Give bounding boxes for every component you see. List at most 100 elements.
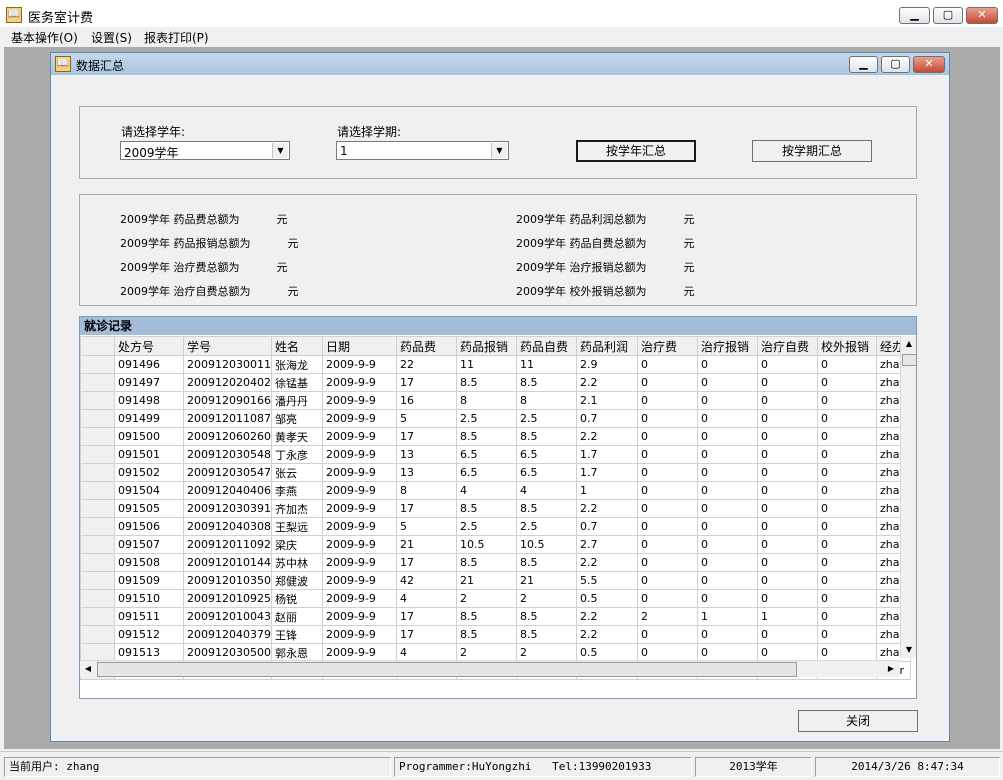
table-cell[interactable]: 091511 (114, 607, 184, 626)
table-cell[interactable]: 0 (696, 409, 758, 428)
menu-basic-ops[interactable]: 基本操作(O) (11, 29, 78, 46)
table-cell[interactable]: 091512 (114, 625, 184, 644)
table-cell[interactable]: 091499 (114, 409, 184, 428)
table-cell[interactable]: 0 (816, 391, 877, 410)
row-selector[interactable] (80, 643, 115, 662)
horizontal-scroll-thumb[interactable] (97, 662, 797, 677)
table-cell[interactable]: 4 (395, 589, 457, 608)
table-cell[interactable]: 1 (696, 607, 758, 626)
table-cell[interactable]: 张海龙 (270, 355, 323, 374)
column-header[interactable]: 学号 (183, 336, 272, 356)
table-cell[interactable]: 齐加杰 (270, 499, 323, 518)
table-cell[interactable]: 0 (636, 445, 698, 464)
table-cell[interactable]: 0 (636, 463, 698, 482)
table-cell[interactable]: 0.5 (575, 643, 638, 662)
table-cell[interactable]: 8.5 (455, 625, 517, 644)
column-header[interactable]: 姓名 (270, 336, 323, 356)
table-cell[interactable]: 200912040406 (183, 481, 272, 500)
minimize-button[interactable]: ▁ (899, 7, 930, 24)
row-selector[interactable] (80, 409, 115, 428)
table-cell[interactable]: 1.7 (575, 445, 638, 464)
table-row[interactable]: 091505 200912030391 齐加杰 2009-9-9 17 8.5 8.5 2.2… (80, 499, 911, 518)
table-cell[interactable]: 2009-9-9 (321, 463, 397, 482)
table-cell[interactable]: 17 (395, 607, 457, 626)
table-cell[interactable]: 10.5 (515, 535, 577, 554)
table-cell[interactable]: 0 (696, 499, 758, 518)
table-cell[interactable]: 091502 (114, 463, 184, 482)
table-cell[interactable]: 0 (636, 481, 698, 500)
table-cell[interactable]: 21 (515, 571, 577, 590)
table-cell[interactable]: 0 (816, 481, 877, 500)
table-cell[interactable]: 0 (636, 643, 698, 662)
table-cell[interactable]: 2009-9-9 (321, 589, 397, 608)
table-cell[interactable]: 赵丽 (270, 607, 323, 626)
table-cell[interactable]: 5 (395, 409, 457, 428)
table-cell[interactable]: 0 (636, 571, 698, 590)
table-cell[interactable]: 0 (756, 373, 818, 392)
table-cell[interactable]: 2.2 (575, 553, 638, 572)
child-close-button[interactable]: ✕ (913, 56, 945, 73)
table-cell[interactable]: 200912030548 (183, 445, 272, 464)
table-cell[interactable]: 丁永彦 (270, 445, 323, 464)
table-cell[interactable]: 2.5 (515, 409, 577, 428)
table-cell[interactable]: 0 (696, 355, 758, 374)
table-row[interactable]: 091511 200912010043 赵丽 2009-9-9 17 8.5 8.5 2.2 2… (80, 607, 911, 626)
table-row[interactable]: 091498 200912090166 潘丹丹 2009-9-9 16 8 8 2.1 0 0 0 0… (80, 391, 911, 410)
child-maximize-button[interactable]: ▢ (881, 56, 910, 73)
table-cell[interactable]: 0 (756, 445, 818, 464)
table-cell[interactable]: 2.9 (575, 355, 638, 374)
column-header[interactable]: 校外报销 (816, 336, 877, 356)
table-row[interactable]: 091496 200912030011 张海龙 2009-9-9 22 11 11 2.9 0 0… (80, 355, 911, 374)
table-cell[interactable]: 0 (756, 499, 818, 518)
table-cell[interactable]: 2009-9-9 (321, 625, 397, 644)
table-cell[interactable]: 5.5 (575, 571, 638, 590)
table-cell[interactable]: 0 (636, 355, 698, 374)
table-row[interactable]: 091508 200912010144 苏中林 2009-9-9 17 8.5 8.5 2.2… (80, 553, 911, 572)
table-cell[interactable]: 091508 (114, 553, 184, 572)
table-row[interactable]: 091509 200912010350 郑健波 2009-9-9 42 21 21 5.5 0 0… (80, 571, 911, 590)
table-cell[interactable]: 4 (515, 481, 577, 500)
scroll-left-arrow-icon[interactable]: ◀ (80, 661, 96, 677)
table-cell[interactable]: 0 (756, 535, 818, 554)
table-cell[interactable]: 200912040379 (183, 625, 272, 644)
table-cell[interactable]: 0 (636, 373, 698, 392)
table-cell[interactable]: 200912030011 (183, 355, 272, 374)
table-cell[interactable]: 0 (636, 589, 698, 608)
table-cell[interactable]: 2 (515, 589, 577, 608)
table-cell[interactable]: 091506 (114, 517, 184, 536)
table-cell[interactable]: 2.2 (575, 607, 638, 626)
table-cell[interactable]: 22 (395, 355, 457, 374)
table-row[interactable]: 091507 200912011092 梁庆 2009-9-9 21 10.5 10.5 2.… (80, 535, 911, 554)
table-cell[interactable]: 42 (395, 571, 457, 590)
menu-settings[interactable]: 设置(S) (91, 29, 132, 46)
column-header[interactable]: 日期 (321, 336, 397, 356)
table-cell[interactable]: 0.7 (575, 409, 638, 428)
scroll-down-arrow-icon[interactable]: ▼ (901, 642, 916, 658)
table-cell[interactable]: 0 (816, 409, 877, 428)
table-cell[interactable]: 张云 (270, 463, 323, 482)
table-cell[interactable]: 0 (816, 589, 877, 608)
row-selector[interactable] (80, 355, 115, 374)
chevron-down-icon[interactable]: ▼ (272, 143, 288, 158)
table-cell[interactable]: 200912040308 (183, 517, 272, 536)
table-cell[interactable]: 8 (395, 481, 457, 500)
row-selector[interactable] (80, 481, 115, 500)
table-cell[interactable]: 4 (395, 643, 457, 662)
table-cell[interactable]: 1 (575, 481, 638, 500)
table-cell[interactable]: 0 (816, 355, 877, 374)
table-cell[interactable]: 2009-9-9 (321, 445, 397, 464)
row-selector[interactable] (80, 373, 115, 392)
table-cell[interactable]: 0 (816, 571, 877, 590)
row-selector[interactable] (80, 553, 115, 572)
table-cell[interactable]: 2.1 (575, 391, 638, 410)
table-cell[interactable]: 091505 (114, 499, 184, 518)
table-cell[interactable]: 2009-9-9 (321, 373, 397, 392)
table-cell[interactable]: 2009-9-9 (321, 553, 397, 572)
table-cell[interactable]: 200912010043 (183, 607, 272, 626)
table-cell[interactable]: 091504 (114, 481, 184, 500)
table-cell[interactable]: 091507 (114, 535, 184, 554)
table-cell[interactable]: 0 (756, 589, 818, 608)
table-cell[interactable]: 0 (756, 481, 818, 500)
table-cell[interactable]: 0 (696, 571, 758, 590)
table-cell[interactable]: 0 (756, 427, 818, 446)
